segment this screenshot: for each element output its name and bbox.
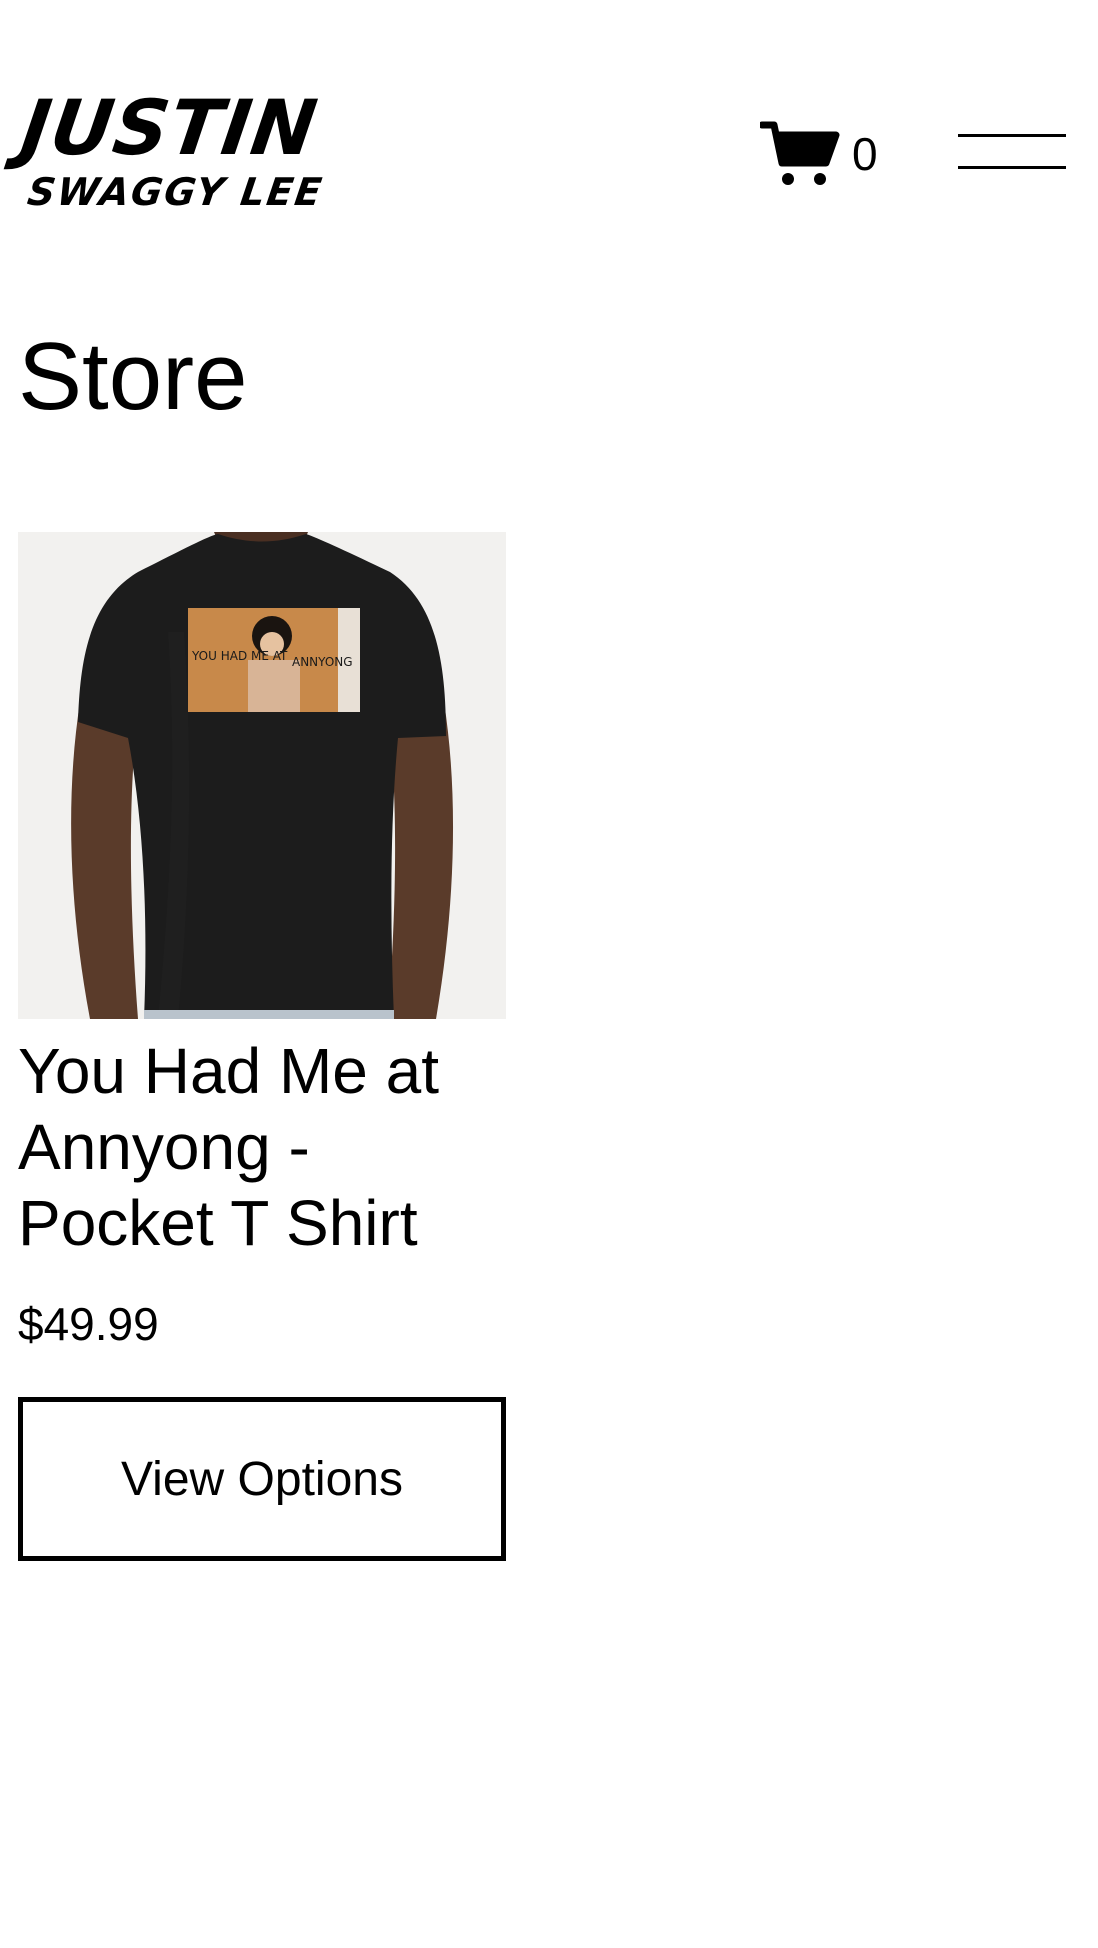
logo-subtitle: SWAGGY LEE [24,170,327,214]
site-header: JUSTIN SWAGGY LEE 0 [0,0,1098,230]
site-logo[interactable]: JUSTIN SWAGGY LEE [16,83,326,220]
product-name[interactable]: You Had Me at Annyong - Pocket T Shirt [18,1033,506,1261]
print-text-left: YOU HAD ME AT [191,649,288,663]
cart-count: 0 [852,128,878,180]
shopping-cart-icon [760,121,840,185]
store-page: JUSTIN SWAGGY LEE 0 Store YOU HAD ME AT … [0,0,1098,1948]
hamburger-menu-icon[interactable] [958,128,1068,174]
menu-bar-bottom [958,166,1066,169]
page-title: Store [18,323,248,430]
menu-bar-top [958,134,1066,137]
cart-button[interactable]: 0 [760,118,878,190]
product-image[interactable]: YOU HAD ME AT ANNYONG [18,532,506,1019]
view-options-button[interactable]: View Options [18,1397,506,1561]
print-text-right: ANNYONG [292,655,353,669]
product-card: YOU HAD ME AT ANNYONG You Had Me at Anny… [18,532,506,1561]
tshirt-photo: YOU HAD ME AT ANNYONG [18,532,506,1019]
logo-title: JUSTIN [15,83,323,172]
product-price: $49.99 [18,1298,159,1350]
